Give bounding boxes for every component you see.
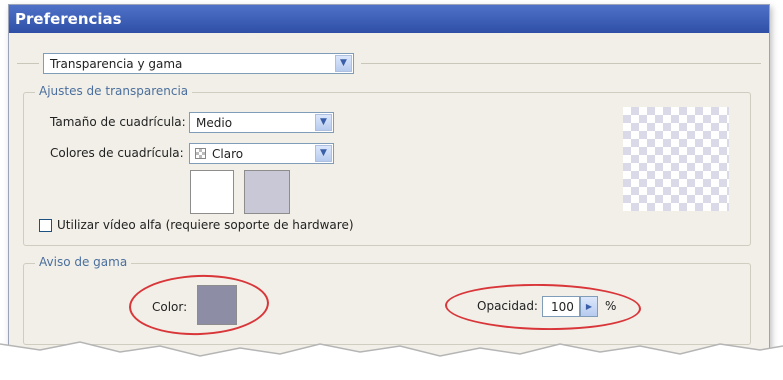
torn-paper-edge	[0, 341, 783, 380]
preferences-dialog: Preferencias Transparencia y gama ▼ Ajus…	[8, 4, 770, 366]
grid-color-swatch-1[interactable]	[190, 170, 234, 214]
grid-color-swatch-2[interactable]	[244, 170, 290, 214]
category-select-value: Transparencia y gama	[50, 57, 183, 71]
category-divider-right	[361, 63, 761, 64]
grid-size-select[interactable]: Medio ▼	[189, 112, 334, 133]
alpha-video-checkbox[interactable]	[39, 219, 52, 232]
gamut-group-title: Aviso de gama	[35, 255, 132, 269]
chevron-down-icon[interactable]: ▼	[315, 145, 332, 162]
grid-colors-value: Claro	[212, 147, 244, 161]
transparency-group-title: Ajustes de transparencia	[35, 84, 193, 98]
category-select[interactable]: Transparencia y gama ▼	[43, 53, 354, 74]
transparency-preview	[623, 107, 729, 211]
grid-colors-select[interactable]: Claro ▼	[189, 143, 334, 164]
title-bar: Preferencias	[9, 5, 769, 33]
grid-size-label: Tamaño de cuadrícula:	[50, 115, 186, 129]
category-divider-left	[17, 63, 39, 64]
grid-colors-label: Colores de cuadrícula:	[50, 146, 184, 160]
grid-size-value: Medio	[196, 116, 233, 130]
chevron-down-icon[interactable]: ▼	[335, 55, 352, 72]
chevron-down-icon[interactable]: ▼	[315, 114, 332, 131]
checker-icon	[195, 148, 206, 159]
alpha-video-label[interactable]: Utilizar vídeo alfa (requiere soporte de…	[57, 218, 354, 232]
